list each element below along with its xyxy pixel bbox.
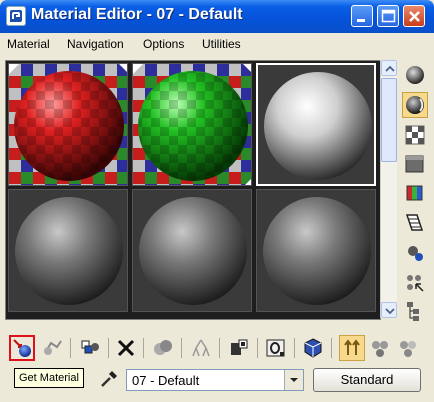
material-navigator-button[interactable]	[395, 335, 421, 361]
material-id-channel-button[interactable]	[226, 335, 252, 361]
menu-navigation[interactable]: Navigation	[67, 37, 124, 51]
toolbar-separator	[257, 338, 258, 358]
scroll-down-arrow-icon[interactable]	[381, 302, 397, 318]
toolbar-separator	[143, 338, 144, 358]
material-name-value: 07 - Default	[132, 373, 200, 388]
sample-uv-tiling-icon[interactable]	[402, 151, 428, 177]
material-map-navigator-icon[interactable]	[402, 298, 428, 324]
sample-slot-2[interactable]	[132, 63, 252, 186]
slots-scrollbar[interactable]	[380, 60, 397, 318]
scroll-thumb[interactable]	[381, 78, 397, 162]
sample-slot-5[interactable]	[132, 189, 252, 312]
max-app-icon[interactable]	[6, 6, 26, 26]
sample-slot-1[interactable]	[8, 63, 128, 186]
toolbar-separator	[181, 338, 182, 358]
scroll-up-arrow-icon[interactable]	[381, 60, 397, 76]
toolbar-separator	[70, 338, 71, 358]
show-map-in-viewport-button[interactable]	[263, 335, 289, 361]
title-bar[interactable]: Material Editor - 07 - Default	[0, 0, 434, 33]
toolbar-separator	[219, 338, 220, 358]
material-editor-window: Material Editor - 07 - Default Material …	[0, 0, 434, 402]
sample-slot-3[interactable]	[256, 63, 376, 186]
show-end-result-button[interactable]	[300, 335, 326, 361]
put-to-library-button[interactable]	[188, 335, 214, 361]
reset-map-button[interactable]	[113, 335, 139, 361]
menu-bar: Material Navigation Options Utilities	[0, 33, 434, 55]
material-name-dropdown[interactable]: 07 - Default	[126, 369, 304, 391]
toolbar-separator	[108, 338, 109, 358]
toolbar-separator	[331, 338, 332, 358]
window-title: Material Editor - 07 - Default	[31, 6, 243, 23]
menu-options[interactable]: Options	[143, 37, 184, 51]
assign-to-selection-button[interactable]	[77, 335, 103, 361]
make-unique-button[interactable]	[150, 335, 176, 361]
menu-utilities[interactable]: Utilities	[202, 37, 241, 51]
maximize-button[interactable]	[377, 5, 399, 27]
get-material-tooltip: Get Material	[14, 368, 84, 388]
sample-slots-grid	[5, 60, 381, 320]
go-to-parent-button[interactable]	[339, 335, 365, 361]
get-material-button[interactable]	[9, 335, 35, 361]
options-icon[interactable]	[402, 240, 428, 266]
make-preview-icon[interactable]	[402, 210, 428, 236]
chevron-down-icon[interactable]	[284, 370, 303, 390]
material-type-button[interactable]: Standard	[313, 368, 421, 392]
toolbar-separator	[294, 338, 295, 358]
minimize-button[interactable]	[351, 5, 373, 27]
video-color-check-icon[interactable]	[402, 180, 428, 206]
sample-slot-6[interactable]	[256, 189, 376, 312]
sample-type-sphere-icon[interactable]	[402, 62, 428, 88]
menu-material[interactable]: Material	[7, 37, 50, 51]
close-button[interactable]	[403, 5, 425, 27]
sample-slot-4[interactable]	[8, 189, 128, 312]
select-by-material-icon[interactable]	[402, 270, 428, 296]
backlight-icon[interactable]	[402, 92, 428, 118]
put-to-scene-button[interactable]	[39, 335, 65, 361]
go-forward-to-sibling-button[interactable]	[367, 335, 393, 361]
pick-material-eyedropper-icon[interactable]	[98, 368, 120, 390]
background-checker-icon[interactable]	[402, 122, 428, 148]
